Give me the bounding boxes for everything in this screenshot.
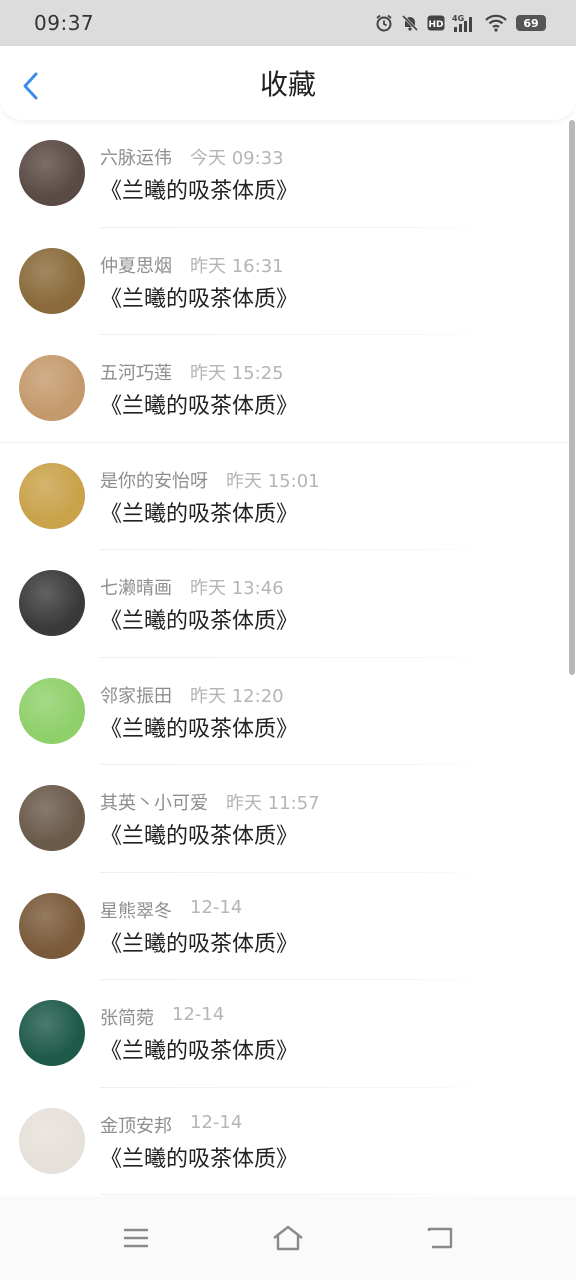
avatar[interactable] [19,462,85,529]
return-icon [427,1227,453,1249]
system-nav-bar [0,1196,576,1280]
scrollbar[interactable] [569,120,575,675]
user-name[interactable]: 七濑晴画 [100,574,172,600]
avatar[interactable] [19,247,85,314]
list-item[interactable]: 张简菀 12-14 《兰曦的吸茶体质》 [0,980,576,1088]
avatar[interactable] [19,677,85,744]
item-meta: 仲夏思烟 昨天 16:31 [100,252,284,278]
item-meta: 五河巧莲 昨天 15:25 [100,359,284,385]
divider [100,1194,490,1195]
item-meta: 邻家振田 昨天 12:20 [100,682,284,708]
header-bar: 收藏 [0,46,576,120]
chevron-left-icon [23,72,38,100]
timestamp: 昨天 13:46 [190,578,284,599]
hd-icon: HD [426,13,446,33]
avatar[interactable] [19,1000,85,1066]
book-title[interactable]: 《兰曦的吸茶体质》 [100,603,298,635]
list-item[interactable]: 五河巧莲 昨天 15:25 《兰曦的吸茶体质》 [0,335,576,443]
timestamp: 昨天 15:25 [190,363,284,384]
avatar[interactable] [19,1107,85,1174]
book-title[interactable]: 《兰曦的吸茶体质》 [100,173,298,205]
hd-label: HD [428,20,443,30]
timestamp: 昨天 12:20 [190,685,284,707]
item-meta: 六脉运伟 今天 09:33 [100,144,284,170]
book-title[interactable]: 《兰曦的吸茶体质》 [100,711,298,743]
alarm-icon [374,13,394,33]
user-name[interactable]: 五河巧莲 [100,359,172,385]
list-item[interactable]: 邻家振田 昨天 12:20 《兰曦的吸茶体质》 [0,658,576,765]
network-label: 4G [452,14,464,23]
item-meta: 其英丶小可爱 昨天 11:57 [100,789,320,815]
book-title[interactable]: 《兰曦的吸茶体质》 [100,1033,298,1065]
item-meta: 是你的安怡呀 昨天 15:01 [100,467,320,493]
battery-icon: 69 [516,15,546,31]
user-name[interactable]: 张简菀 [100,1004,154,1030]
wifi-icon [484,13,508,33]
status-icons: HD 4G 69 [374,13,546,33]
status-time: 09:37 [34,11,95,35]
list-item[interactable]: 仲夏思烟 昨天 16:31 《兰曦的吸茶体质》 [0,228,576,335]
user-name[interactable]: 星熊翠冬 [100,897,172,923]
back-system-button[interactable] [420,1218,460,1258]
list-item[interactable]: 其英丶小可爱 昨天 11:57 《兰曦的吸茶体质》 [0,765,576,873]
avatar[interactable] [19,140,85,206]
favorites-list: 六脉运伟 今天 09:33 《兰曦的吸茶体质》 仲夏思烟 昨天 16:31 《兰曦的吸茶体… [0,120,576,1196]
list-item[interactable]: 七濑晴画 昨天 13:46 《兰曦的吸茶体质》 [0,550,576,658]
list-item[interactable]: 六脉运伟 今天 09:33 《兰曦的吸茶体质》 [0,120,576,228]
book-title[interactable]: 《兰曦的吸茶体质》 [100,496,298,528]
avatar[interactable] [19,892,85,959]
book-title[interactable]: 《兰曦的吸茶体质》 [100,926,298,958]
avatar[interactable] [19,355,85,421]
user-name[interactable]: 仲夏思烟 [100,252,172,278]
back-button[interactable] [16,70,48,102]
item-meta: 金顶安邦 12-14 [100,1112,242,1138]
avatar[interactable] [19,570,85,636]
list-item[interactable]: 星熊翠冬 12-14 《兰曦的吸茶体质》 [0,873,576,980]
user-name[interactable]: 其英丶小可爱 [100,789,208,815]
user-name[interactable]: 六脉运伟 [100,144,172,170]
item-meta: 张简菀 12-14 [100,1004,224,1030]
item-meta: 星熊翠冬 12-14 [100,897,242,923]
list-item[interactable]: 是你的安怡呀 昨天 15:01 《兰曦的吸茶体质》 [0,443,576,550]
timestamp: 12-14 [172,1004,225,1025]
timestamp: 12-14 [190,896,243,918]
book-title[interactable]: 《兰曦的吸茶体质》 [100,818,298,850]
home-button[interactable] [268,1218,308,1258]
book-title[interactable]: 《兰曦的吸茶体质》 [100,281,298,313]
page-title: 收藏 [259,68,316,101]
item-meta: 七濑晴画 昨天 13:46 [100,574,284,600]
timestamp: 昨天 11:57 [226,793,320,814]
user-name[interactable]: 是你的安怡呀 [100,467,208,493]
signal-icon: 4G [452,13,478,33]
menu-button[interactable] [116,1218,156,1258]
user-name[interactable]: 金顶安邦 [100,1112,172,1138]
mute-icon [400,13,420,33]
user-name[interactable]: 邻家振田 [100,682,172,708]
book-title[interactable]: 《兰曦的吸茶体质》 [100,1141,298,1173]
status-bar: 09:37 HD 4G 69 [0,0,576,46]
avatar[interactable] [19,785,85,851]
timestamp: 昨天 16:31 [190,255,284,277]
menu-icon [124,1228,148,1248]
book-title[interactable]: 《兰曦的吸茶体质》 [100,388,298,420]
timestamp: 12-14 [190,1111,243,1133]
timestamp: 昨天 15:01 [226,470,320,492]
list-item[interactable]: 金顶安邦 12-14 《兰曦的吸茶体质》 [0,1088,576,1195]
timestamp: 今天 09:33 [190,148,284,169]
home-icon [273,1225,303,1251]
